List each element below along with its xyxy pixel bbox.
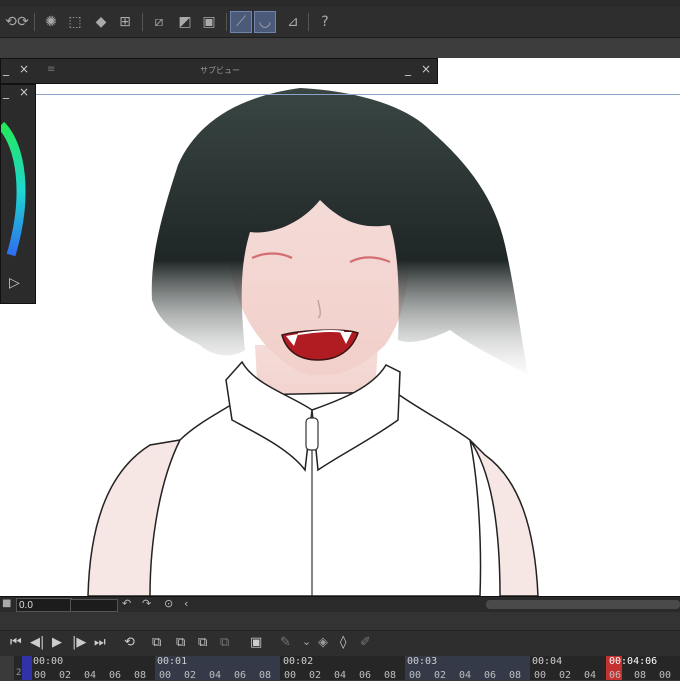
new-cel-icon[interactable]: ⧉ xyxy=(152,635,161,650)
separator xyxy=(34,13,35,31)
time-label: 00:03 xyxy=(407,656,438,667)
frame-tick: 02 xyxy=(59,670,72,681)
timeline-header: ■ ↶ ↷ ⊙ ‹ xyxy=(0,596,680,613)
time-label: 00:00 xyxy=(33,656,64,667)
separator xyxy=(308,13,309,31)
frame-tick: 04 xyxy=(459,670,472,681)
frame-tick: 08 xyxy=(634,670,647,681)
current-time-label: 00:04:06 xyxy=(609,656,658,667)
add-cel-icon[interactable]: ⧉ xyxy=(176,635,185,650)
zoom-field[interactable] xyxy=(70,599,118,612)
crop-icon[interactable]: ⧄ xyxy=(148,11,170,33)
fill-icon[interactable]: ◆ xyxy=(90,11,112,33)
frame-tick: 08 xyxy=(134,670,147,681)
brush-icon[interactable]: ◡ xyxy=(254,11,276,33)
first-frame-icon[interactable]: ⏮ xyxy=(10,635,22,650)
frame-tick: 00 xyxy=(284,670,297,681)
frame-tick: 00 xyxy=(34,670,47,681)
delete-cel-icon[interactable]: ⧉ xyxy=(220,635,229,650)
frame-input[interactable] xyxy=(16,598,72,612)
subview-close-icon[interactable]: × xyxy=(421,62,431,76)
specify-cel-icon[interactable]: ⧉ xyxy=(198,635,207,650)
time-label: 00:04 xyxy=(532,656,563,667)
illustration xyxy=(87,88,539,597)
frame-tick: 08 xyxy=(259,670,272,681)
play-icon[interactable]: ▷ xyxy=(9,275,20,291)
invert-icon[interactable]: ◩ xyxy=(174,11,196,33)
frame-tick: 00 xyxy=(159,670,172,681)
rotate-left-icon[interactable]: ↶ xyxy=(122,597,131,610)
color-panel-close-icon[interactable]: × xyxy=(19,85,29,99)
zipper-pull xyxy=(305,417,319,451)
timeline-tab-strip xyxy=(0,612,680,630)
frame-tick: 06 xyxy=(609,670,622,681)
pen-icon[interactable]: ⊿ xyxy=(282,11,304,33)
frame-tick: 02 xyxy=(184,670,197,681)
keyframe-icon[interactable]: ✎ xyxy=(280,635,291,650)
frame-tick: 04 xyxy=(84,670,97,681)
prev-frame-icon[interactable]: ◀| xyxy=(30,635,44,650)
frame-tick: 08 xyxy=(509,670,522,681)
sparkle-icon[interactable]: ✺ xyxy=(40,11,62,33)
frame-tick: 02 xyxy=(559,670,572,681)
reset-icon[interactable]: ⊙ xyxy=(164,597,173,610)
toolbar: ⟲ ⟳ ✺ ⬚ ◆ ⊞ ⧄ ◩ ▣ ⟋ ◡ ⊿ ? xyxy=(0,7,680,38)
horizontal-scrollbar[interactable] xyxy=(486,600,680,609)
frame-tick: 08 xyxy=(384,670,397,681)
command-strip xyxy=(0,38,680,58)
subview-panel: _ × ≡ サブビュー _ × xyxy=(0,58,438,84)
time-label: 00:01 xyxy=(157,656,188,667)
frame-tick: 04 xyxy=(584,670,597,681)
loop-icon[interactable]: ⟲ xyxy=(124,635,135,650)
guide-line xyxy=(36,94,680,95)
next-frame-icon[interactable]: |▶ xyxy=(72,635,86,650)
frame-tick: 02 xyxy=(434,670,447,681)
help-icon[interactable]: ? xyxy=(314,11,336,33)
subview-title: サブビュー xyxy=(200,66,240,75)
fill-layer-icon[interactable]: ◈ xyxy=(318,635,328,650)
edit-icon[interactable]: ✐ xyxy=(360,635,371,650)
frame-tick: 00 xyxy=(534,670,547,681)
rotate-right-icon[interactable]: ↷ xyxy=(142,597,151,610)
color-wheel-panel: _ × ▷ xyxy=(0,84,36,304)
row-number: 2 xyxy=(16,668,22,678)
scroll-left-icon[interactable]: ‹ xyxy=(184,597,188,610)
transform-icon[interactable]: ⊞ xyxy=(114,11,136,33)
onion-skin-icon[interactable]: ▣ xyxy=(250,635,262,650)
frame-tick: 06 xyxy=(484,670,497,681)
time-label: 00:02 xyxy=(283,656,314,667)
play-button-icon[interactable]: ▶ xyxy=(52,635,62,650)
track-selector[interactable] xyxy=(0,656,14,680)
last-frame-icon[interactable]: ⏭ xyxy=(94,635,106,650)
clip-icon[interactable]: ◊ xyxy=(340,635,346,650)
frame-tick: 06 xyxy=(109,670,122,681)
dropdown-chevron-icon[interactable]: ⌄ xyxy=(302,635,311,648)
frame-tick: 02 xyxy=(309,670,322,681)
subview-minimize-icon[interactable]: _ xyxy=(405,62,411,76)
canvas[interactable] xyxy=(0,58,680,597)
color-panel-minimize-icon[interactable]: _ xyxy=(3,85,9,99)
frame-tick: 06 xyxy=(359,670,372,681)
stop-icon[interactable]: ■ xyxy=(2,598,11,609)
ruler-icon[interactable]: ⟋ xyxy=(230,11,252,33)
color-wheel[interactable] xyxy=(1,105,35,285)
separator xyxy=(142,13,143,31)
frame-tick: 04 xyxy=(209,670,222,681)
playback-controls: ⏮ ◀| ▶ |▶ ⏭ ⟲ ⧉ ⧉ ⧉ ⧉ ▣ ✎ ⌄ ◈ ◊ ✐ xyxy=(0,630,680,657)
frame-tick: 00 xyxy=(659,670,672,681)
redo-icon[interactable]: ⟳ xyxy=(12,11,34,33)
frame-tick: 06 xyxy=(234,670,247,681)
frame-tick: 04 xyxy=(334,670,347,681)
first-frame-marker xyxy=(22,656,32,680)
selection-icon[interactable]: ⬚ xyxy=(64,11,86,33)
separator xyxy=(226,13,227,31)
square-icon[interactable]: ▣ xyxy=(198,11,220,33)
frame-tick: 00 xyxy=(409,670,422,681)
